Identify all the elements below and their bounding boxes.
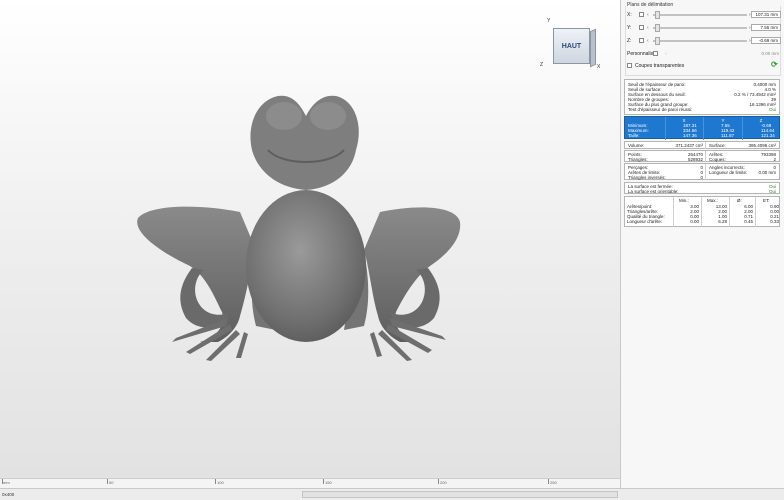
bound-row-custom: Personnalisé ‹ 0.00 mm <box>625 50 781 58</box>
3d-viewport[interactable]: HAUT X Y Z <box>0 0 620 478</box>
stat-value: Oui <box>768 107 776 112</box>
bound-label: Personnalisé <box>627 51 656 57</box>
slider-thumb[interactable] <box>655 37 660 45</box>
quality-cell: 0.45 <box>744 219 753 224</box>
bounds-cell: 147.36 <box>683 133 697 138</box>
chevron-left-icon[interactable]: ‹ <box>647 38 649 44</box>
quality-cell: 0.00 <box>690 219 699 224</box>
errors-box: Perçages: 0 Arêtes de limite: 0 Triangle… <box>624 163 780 180</box>
quality-row-label: Longueur d'arête: <box>627 219 663 224</box>
bounds-row-label: Taille: <box>628 133 640 138</box>
slider-track[interactable] <box>653 40 747 42</box>
axis-y-label: Y <box>547 18 551 24</box>
cube-side-face[interactable] <box>590 28 596 68</box>
axis-x-label: X <box>597 64 601 70</box>
quality-table: Min.: Max.: Ø: ET: Arêtes/point: 3.00 13… <box>624 196 780 227</box>
count-label: Coques: <box>709 157 726 162</box>
volume-value: 371.2437 cm³ <box>675 143 703 148</box>
volume-label: Volume: <box>628 143 645 148</box>
frog-model[interactable] <box>0 0 620 478</box>
slider-thumb[interactable] <box>655 11 660 19</box>
bound-checkbox[interactable] <box>653 51 658 56</box>
error-label: Triangles inversés: <box>628 175 666 180</box>
ruler-label: mm <box>3 480 10 485</box>
orientable-label: La surface est orientable: <box>628 189 679 194</box>
quality-header: Max.: <box>707 198 719 203</box>
bounds-table: X Y Z Minimum: 187.31 7.55 -0.69 Maximum… <box>624 116 780 140</box>
error-value: 0.00 mm <box>758 170 776 175</box>
quality-cell: 6.28 <box>718 219 727 224</box>
quality-cell: 0.33 <box>770 219 779 224</box>
stat-label: Test d'épaisseur de paroi réussi: <box>628 107 693 112</box>
transparent-cuts-label: Coupes transparentes <box>635 63 685 69</box>
quality-header: ET: <box>763 198 770 203</box>
chevron-left-icon[interactable]: ‹ <box>647 25 649 31</box>
progress-bar <box>302 491 618 498</box>
column-divider <box>703 117 704 140</box>
slider-track[interactable] <box>653 14 747 16</box>
bound-checkbox[interactable] <box>639 25 644 30</box>
ruler-label: 150 <box>325 480 332 485</box>
column-divider <box>705 151 706 162</box>
count-label: Triangles: <box>628 157 648 162</box>
bound-value-readonly: 0.00 mm <box>761 51 779 56</box>
ruler-label: 50 <box>109 480 114 485</box>
cube-top-face[interactable]: HAUT <box>553 28 590 64</box>
bound-checkbox[interactable] <box>639 38 644 43</box>
chevron-left-icon: ‹ <box>665 51 667 57</box>
ruler-label: 250 <box>550 480 557 485</box>
status-coords: 0x400 <box>2 492 15 497</box>
column-divider <box>742 117 743 140</box>
bound-label: X: <box>627 12 632 18</box>
slider-thumb[interactable] <box>655 24 660 32</box>
transparent-cuts-row: Coupes transparentes ⟳ <box>625 60 781 70</box>
surface-value: 395.4096 cm² <box>748 143 776 148</box>
quality-header: Min.: <box>679 198 689 203</box>
bound-value-input[interactable]: 7.55 mm <box>751 24 781 31</box>
volume-box: Volume: 371.2437 cm³ Surface: 395.4096 c… <box>624 141 780 149</box>
column-divider <box>705 142 706 149</box>
thickness-box: Seuil de l'épaisseur de paroi: 0.4000 mm… <box>624 79 780 115</box>
stat-value: 0.2 % / 73.4942 mm² <box>734 92 776 97</box>
bound-row-z: Z: ‹ › -0.69 mm <box>625 37 781 45</box>
status-bar: 0x400 <box>0 488 784 500</box>
refresh-icon[interactable]: ⟳ <box>771 60 778 69</box>
error-value: 0 <box>700 175 703 180</box>
bounds-cell: 121.34 <box>761 133 775 138</box>
bound-row-x: X: ‹ › 107.31 mm <box>625 11 781 19</box>
counts-box: Points: 264470 Triangles: 528932 Arêtes:… <box>624 150 780 162</box>
navigation-cube[interactable]: HAUT X Y Z <box>540 16 608 74</box>
ruler: mm 50 100 150 200 250 <box>0 478 620 488</box>
orientable-value: Oui <box>768 189 776 194</box>
transparent-cuts-checkbox[interactable] <box>627 63 632 68</box>
axis-z-label: Z <box>540 62 544 68</box>
bound-value-input[interactable]: -0.69 mm <box>751 37 781 44</box>
bound-checkbox[interactable] <box>639 12 644 17</box>
count-value: 2 <box>773 157 776 162</box>
closed-surface-box: La surface est fermée: Oui La surface es… <box>624 182 780 194</box>
quality-header: Ø: <box>737 198 742 203</box>
column-divider <box>665 117 666 140</box>
surface-label: Surface: <box>709 143 726 148</box>
slider-track[interactable] <box>653 27 747 29</box>
ruler-label: 200 <box>440 480 447 485</box>
properties-panel: Plans de délimitation X: ‹ › 107.31 mm Y… <box>620 0 784 488</box>
error-label: Longueur de limite: <box>709 170 748 175</box>
column-divider <box>705 164 706 180</box>
count-value: 528932 <box>687 157 703 162</box>
bound-label: Y: <box>627 25 632 31</box>
bound-label: Z: <box>627 38 632 44</box>
bounds-cell: 111.87 <box>721 133 735 138</box>
bound-row-y: Y: ‹ › 7.55 mm <box>625 24 781 32</box>
ruler-label: 100 <box>217 480 224 485</box>
chevron-left-icon[interactable]: ‹ <box>647 12 649 18</box>
bound-value-input[interactable]: 107.31 mm <box>751 11 781 18</box>
